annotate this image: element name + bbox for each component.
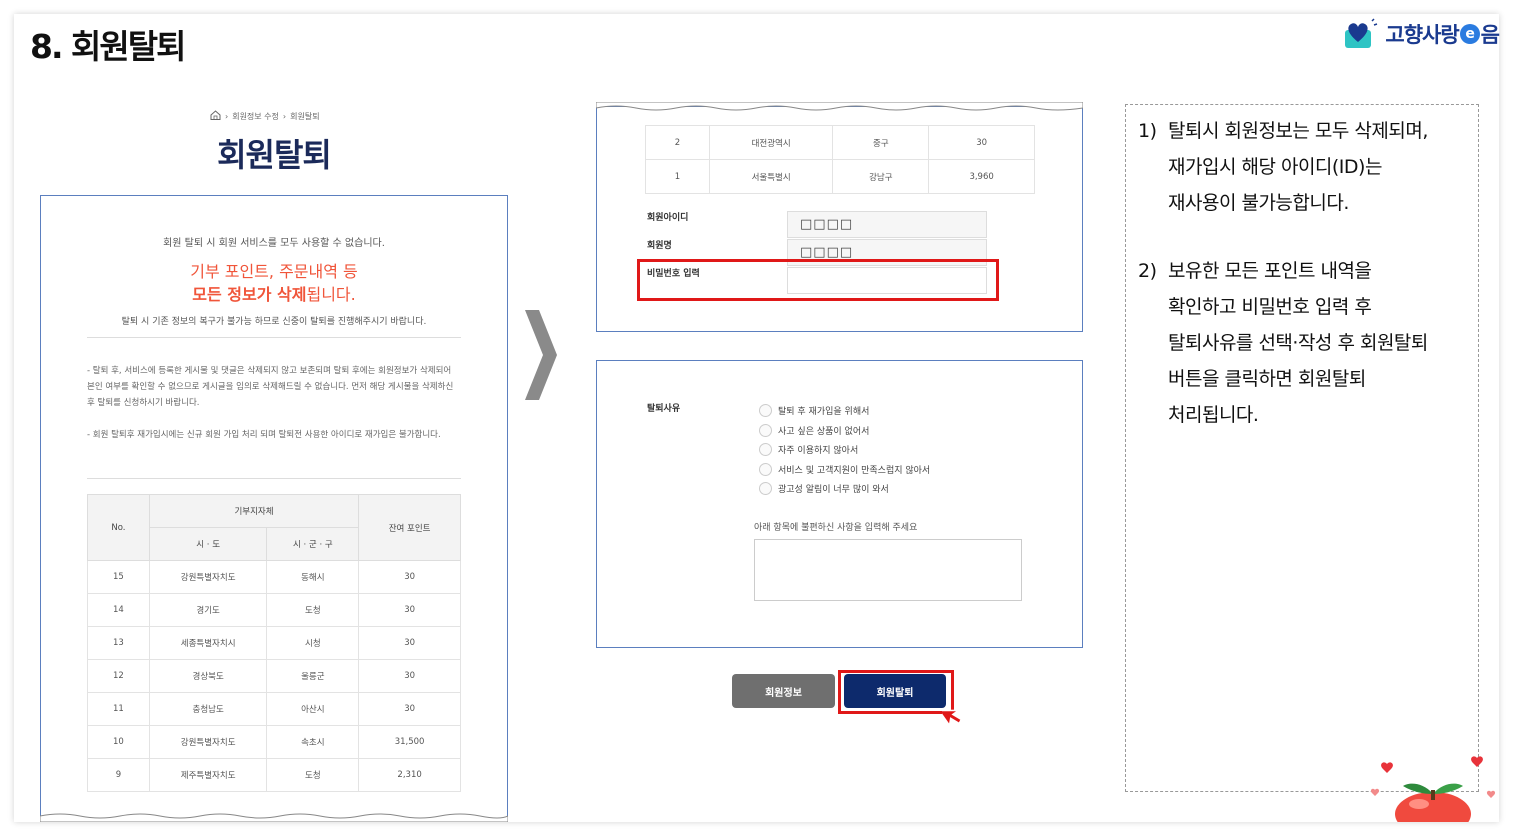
- torn-edge: [596, 102, 1083, 111]
- reason-label: 탈퇴사유: [647, 404, 681, 414]
- reason-option[interactable]: 서비스 및 고객지원이 만족스럽지 않아서: [759, 460, 930, 480]
- withdrawal-info-panel: 회원 탈퇴 시 회원 서비스를 모두 사용할 수 없습니다. 기부 포인트, 주…: [40, 195, 508, 820]
- table-row: 1 서울특별시 강남구 3,960: [645, 159, 1035, 194]
- member-id-label: 회원아이디: [647, 213, 689, 223]
- table-row: 15 강원특별자치도 동해시 30: [87, 560, 461, 594]
- memo-textarea[interactable]: [754, 539, 1022, 601]
- table-row: 12 경상북도 울릉군 30: [87, 659, 461, 693]
- memo-label: 아래 항목에 불편하신 사항을 입력해 주세요: [754, 523, 918, 533]
- header-points: 잔여 포인트: [358, 494, 461, 561]
- table-row: 13 세종특별자치시 시청 30: [87, 626, 461, 660]
- password-highlight-box: [637, 259, 999, 301]
- home-icon[interactable]: [210, 110, 221, 122]
- warning-line: 기부 포인트, 주문내역 등: [190, 262, 358, 281]
- breadcrumb-item[interactable]: 회원탈퇴: [290, 111, 319, 122]
- withdrawal-reason-panel: 탈퇴사유 탈퇴 후 재가입을 위해서 사고 싶은 상품이 없어서 자주 이용하지…: [596, 360, 1083, 648]
- radio-button[interactable]: [759, 404, 772, 418]
- bullet-posts: - 탈퇴 후, 서비스에 등록한 게시물 및 댓글은 삭제되지 않고 보존되며 …: [87, 366, 454, 408]
- radio-button[interactable]: [759, 482, 772, 496]
- brand-logo: 고향사랑 e 음: [1343, 18, 1500, 50]
- points-table-tail: 2 대전광역시 중구 30 1 서울특별시 강남구 3,960: [645, 125, 1035, 194]
- radio-button[interactable]: [759, 423, 772, 437]
- breadcrumb: › 회원정보 수정 › 회원탈퇴: [210, 110, 320, 122]
- logo-e-mark: e: [1459, 24, 1480, 44]
- instruction-item-1: 1) 탈퇴시 회원정보는 모두 삭제되며, 재가입시 해당 아이디(ID)는 재사…: [1138, 120, 1428, 214]
- account-verify-panel: 2 대전광역시 중구 30 1 서울특별시 강남구 3,960 회원아이디 □□□□ 회원명…: [596, 106, 1083, 332]
- table-row: 10 강원특별자치도 속초시 31,500: [87, 725, 461, 759]
- table-row: 11 충청남도 아산시 30: [87, 692, 461, 726]
- table-row: 14 경기도 도청 30: [87, 593, 461, 627]
- member-name-label: 회원명: [647, 241, 672, 251]
- divider: [87, 478, 461, 479]
- reason-option[interactable]: 자주 이용하지 않아서: [759, 440, 930, 460]
- header-sido: 시 · 도: [148, 527, 268, 561]
- withdrawal-notice: 회원 탈퇴 시 회원 서비스를 모두 사용할 수 없습니다.: [163, 238, 385, 249]
- points-table: No. 기부지자체 잔여 포인트 시 · 도 시 · 군 · 구 15 강원특별자…: [87, 494, 461, 792]
- member-id-value: □□□□: [787, 211, 987, 238]
- slide: 8. 회원탈퇴 고향사랑 e 음 › 회원정보 수정 › 회원탈퇴 회원탈퇴 회…: [14, 14, 1500, 822]
- recovery-notice: 탈퇴 시 기존 정보의 복구가 불가능 하므로 신중이 탈퇴를 진행해주시기 바…: [121, 317, 427, 327]
- reason-option[interactable]: 사고 싶은 상품이 없어서: [759, 421, 930, 441]
- radio-button[interactable]: [759, 443, 772, 457]
- header-no: No.: [87, 494, 150, 561]
- header-sigungu: 시 · 군 · 구: [266, 527, 360, 561]
- apple-decoration-icon: [1370, 756, 1496, 822]
- logo-text: 고향사랑 e 음: [1385, 23, 1500, 47]
- heart-mail-icon: [1343, 18, 1379, 50]
- table-row: 9 제주특별자치도 도청 2,310: [87, 758, 461, 792]
- reason-options: 탈퇴 후 재가입을 위해서 사고 싶은 상품이 없어서 자주 이용하지 않아서 …: [759, 401, 930, 499]
- breadcrumb-item[interactable]: 회원정보 수정: [232, 111, 279, 122]
- instruction-item-2: 2) 보유한 모든 포인트 내역을 확인하고 비밀번호 입력 후 탈퇴사유를 선택…: [1138, 260, 1428, 426]
- withdraw-highlight-box: [838, 670, 954, 714]
- warning-line-bold: 모든 정보가 삭제됩니다.: [192, 285, 356, 304]
- instructions-panel: 1) 탈퇴시 회원정보는 모두 삭제되며, 재가입시 해당 아이디(ID)는 재사…: [1125, 104, 1479, 792]
- pointer-cursor-icon: [942, 709, 963, 728]
- radio-button[interactable]: [759, 462, 772, 476]
- torn-edge: [40, 813, 508, 822]
- breadcrumb-separator: ›: [282, 111, 287, 121]
- divider: [87, 337, 461, 338]
- breadcrumb-separator: ›: [225, 111, 229, 121]
- member-info-button[interactable]: 회원정보: [732, 674, 835, 708]
- reason-option[interactable]: 광고성 알림이 너무 많이 와서: [759, 479, 930, 499]
- slide-title: 8. 회원탈퇴: [30, 27, 186, 66]
- reason-option[interactable]: 탈퇴 후 재가입을 위해서: [759, 401, 930, 421]
- page-title: 회원탈퇴: [217, 136, 332, 174]
- chevron-right-icon: [525, 310, 557, 400]
- header-donation-region: 기부지자체: [148, 494, 360, 528]
- table-row: 2 대전광역시 중구 30: [645, 125, 1035, 160]
- bullet-rejoin: - 회원 탈퇴후 재가입시에는 신규 회원 가입 처리 되며 탈퇴전 사용한 아…: [87, 430, 441, 440]
